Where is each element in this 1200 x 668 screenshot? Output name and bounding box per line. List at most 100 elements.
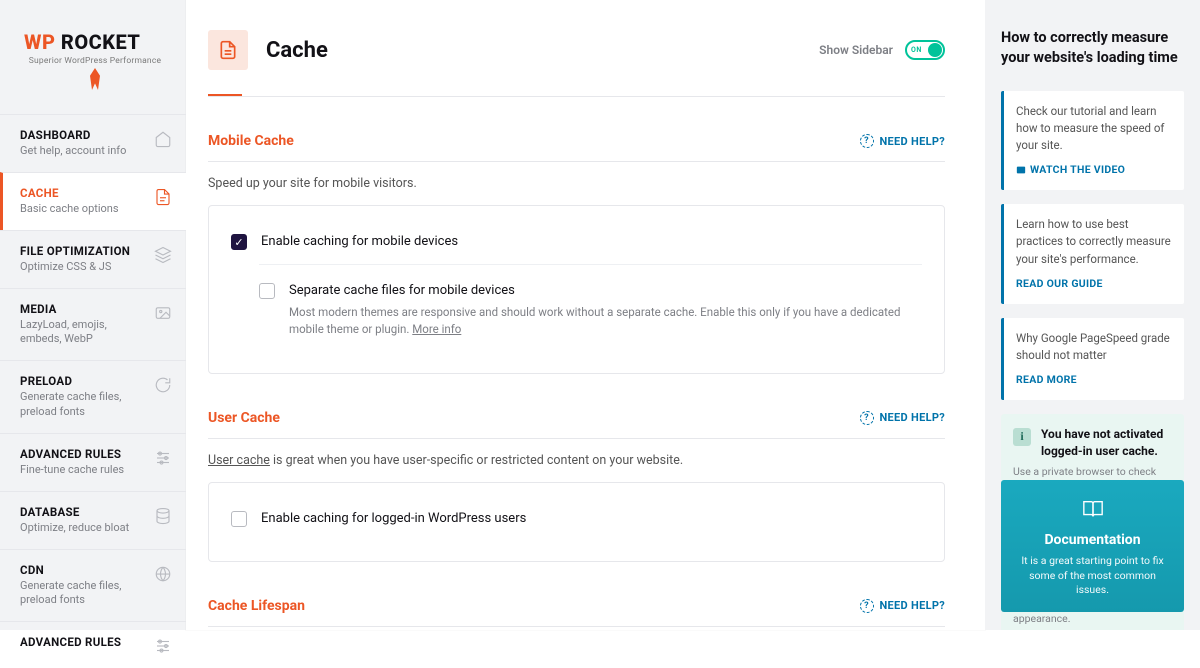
read-more-link[interactable]: READ MORE xyxy=(1016,372,1172,388)
option-label: Enable caching for logged-in WordPress u… xyxy=(261,511,922,526)
nav-title: PRELOAD xyxy=(20,374,146,388)
option-enable-mobile-cache[interactable]: Enable caching for mobile devices xyxy=(231,226,922,264)
doc-title: Documentation xyxy=(1015,532,1170,548)
help-icon: ? xyxy=(860,134,874,148)
sidebar-item-cache[interactable]: CACHE Basic cache options xyxy=(0,172,186,230)
help-icon: ? xyxy=(860,599,874,613)
info-icon: i xyxy=(1013,428,1031,446)
option-enable-user-cache[interactable]: Enable caching for logged-in WordPress u… xyxy=(231,503,922,541)
section-title: Mobile Cache xyxy=(208,133,860,149)
nav-title: ADVANCED RULES xyxy=(20,447,146,461)
tip-text: Learn how to use best practices to corre… xyxy=(1016,216,1172,268)
more-info-link[interactable]: More info xyxy=(412,322,461,336)
section-description: User cache is great when you have user-s… xyxy=(208,453,945,468)
nav-title: CDN xyxy=(20,563,146,577)
tip-card-tutorial: Check our tutorial and learn how to meas… xyxy=(1001,91,1184,191)
section-cache-lifespan: Cache Lifespan ? NEED HELP? Cache files … xyxy=(208,598,945,631)
need-help-label: NEED HELP? xyxy=(880,599,946,612)
toggle-knob xyxy=(928,43,942,57)
database-icon xyxy=(154,507,172,525)
logo-rocket: ROCKET xyxy=(61,30,141,54)
nav-subtitle: Basic cache options xyxy=(20,202,146,217)
nav-subtitle: Optimize CSS & JS xyxy=(20,260,146,275)
section-description: Speed up your site for mobile visitors. xyxy=(208,176,945,191)
page-icon xyxy=(208,30,248,70)
layers-icon xyxy=(154,246,172,264)
play-icon xyxy=(1016,165,1026,175)
header-divider xyxy=(208,96,945,97)
user-cache-link[interactable]: User cache xyxy=(208,453,270,468)
toggle-on-text: ON xyxy=(911,46,922,54)
nav-title: CACHE xyxy=(20,186,146,200)
sidebar-item-cdn[interactable]: CDN Generate cache files, preload fonts xyxy=(0,549,186,622)
section-mobile-cache: Mobile Cache ? NEED HELP? Speed up your … xyxy=(208,133,945,374)
nav-subtitle: Fine-tune cache rules xyxy=(20,463,146,478)
section-user-cache: User Cache ? NEED HELP? User cache is gr… xyxy=(208,410,945,562)
need-help-link[interactable]: ? NEED HELP? xyxy=(860,599,946,613)
need-help-link[interactable]: ? NEED HELP? xyxy=(860,411,946,425)
need-help-link[interactable]: ? NEED HELP? xyxy=(860,134,946,148)
show-sidebar-toggle[interactable]: Show Sidebar ON xyxy=(819,40,945,60)
nav-title: DATABASE xyxy=(20,505,146,519)
right-panel-heading: How to correctly measure your website's … xyxy=(1001,28,1184,69)
nav-title: ADVANCED RULES xyxy=(20,635,146,649)
tip-card-guide: Learn how to use best practices to corre… xyxy=(1001,204,1184,304)
section-body: Enable caching for mobile devices Separa… xyxy=(208,205,945,374)
show-sidebar-label: Show Sidebar xyxy=(819,43,893,57)
main-content: Cache Show Sidebar ON Mobile Cache ? NEE… xyxy=(186,0,985,630)
sliders-icon xyxy=(154,637,172,655)
option-separate-mobile-cache[interactable]: Separate cache files for mobile devices … xyxy=(259,264,922,353)
sidebar-item-dashboard[interactable]: DASHBOARD Get help, account info xyxy=(0,114,186,172)
need-help-label: NEED HELP? xyxy=(880,411,946,424)
home-icon xyxy=(154,130,172,148)
page-header: Cache Show Sidebar ON xyxy=(208,30,945,70)
checkbox-unchecked[interactable] xyxy=(231,511,247,527)
section-title: User Cache xyxy=(208,410,860,426)
right-panel: How to correctly measure your website's … xyxy=(985,0,1200,630)
nav-title: DASHBOARD xyxy=(20,128,146,142)
nav-subtitle: LazyLoad, emojis, embeds, WebP xyxy=(20,318,146,348)
section-body: Enable caching for logged-in WordPress u… xyxy=(208,482,945,562)
sidebar-nav: DASHBOARD Get help, account info CACHE Basi… xyxy=(0,114,186,668)
tip-text: Check our tutorial and learn how to meas… xyxy=(1016,103,1172,155)
tip-card-pagespeed: Why Google PageSpeed grade should not ma… xyxy=(1001,318,1184,400)
globe-icon xyxy=(154,565,172,583)
brand-logo: WP ROCKET Superior WordPress Performance xyxy=(0,0,186,114)
nav-title: FILE OPTIMIZATION xyxy=(20,244,146,258)
nav-title: MEDIA xyxy=(20,302,146,316)
toggle-switch[interactable]: ON xyxy=(905,40,945,60)
read-guide-link[interactable]: READ OUR GUIDE xyxy=(1016,276,1172,292)
watch-video-link[interactable]: WATCH THE VIDEO xyxy=(1016,162,1172,178)
section-title: Cache Lifespan xyxy=(208,598,860,614)
refresh-icon xyxy=(154,376,172,394)
checkbox-unchecked[interactable] xyxy=(259,283,275,299)
tip-text: Why Google PageSpeed grade should not ma… xyxy=(1016,330,1172,365)
help-icon: ? xyxy=(860,411,874,425)
sidebar-item-advanced-rules[interactable]: ADVANCED RULES Fine-tune cache rules xyxy=(0,433,186,491)
option-label: Enable caching for mobile devices xyxy=(261,234,922,249)
doc-subtext: It is a great starting point to fix some… xyxy=(1015,554,1170,598)
nav-subtitle: Generate cache files, preload fonts xyxy=(20,579,146,609)
option-help-text: Most modern themes are responsive and sh… xyxy=(289,304,922,339)
sidebar-item-file-optimization[interactable]: FILE OPTIMIZATION Optimize CSS & JS xyxy=(0,230,186,288)
info-heading: You have not activated logged-in user ca… xyxy=(1041,426,1172,460)
nav-subtitle: Optimize, reduce bloat xyxy=(20,521,146,536)
book-icon xyxy=(1079,498,1107,520)
file-icon xyxy=(154,188,172,206)
checkbox-checked[interactable] xyxy=(231,234,247,250)
documentation-card[interactable]: Documentation It is a great starting poi… xyxy=(1001,480,1184,612)
sidebar-item-advanced-rules[interactable]: ADVANCED RULES xyxy=(0,621,186,668)
sidebar-item-preload[interactable]: PRELOADGenerate cache files, preload fon… xyxy=(0,360,186,433)
sidebar: WP ROCKET Superior WordPress Performance… xyxy=(0,0,186,630)
image-icon xyxy=(154,304,172,322)
sidebar-item-media[interactable]: MEDIA LazyLoad, emojis, embeds, WebP xyxy=(0,288,186,361)
sliders-icon xyxy=(154,449,172,467)
file-icon xyxy=(218,40,238,60)
rocket-flame-icon xyxy=(90,68,100,90)
sidebar-item-database[interactable]: DATABASE Optimize, reduce bloat xyxy=(0,491,186,549)
page-title: Cache xyxy=(266,38,801,63)
logo-wp: WP xyxy=(24,30,55,54)
option-label: Separate cache files for mobile devices xyxy=(289,283,922,298)
logo-tagline: Superior WordPress Performance xyxy=(24,56,166,66)
nav-subtitle: Get help, account info xyxy=(20,144,146,159)
